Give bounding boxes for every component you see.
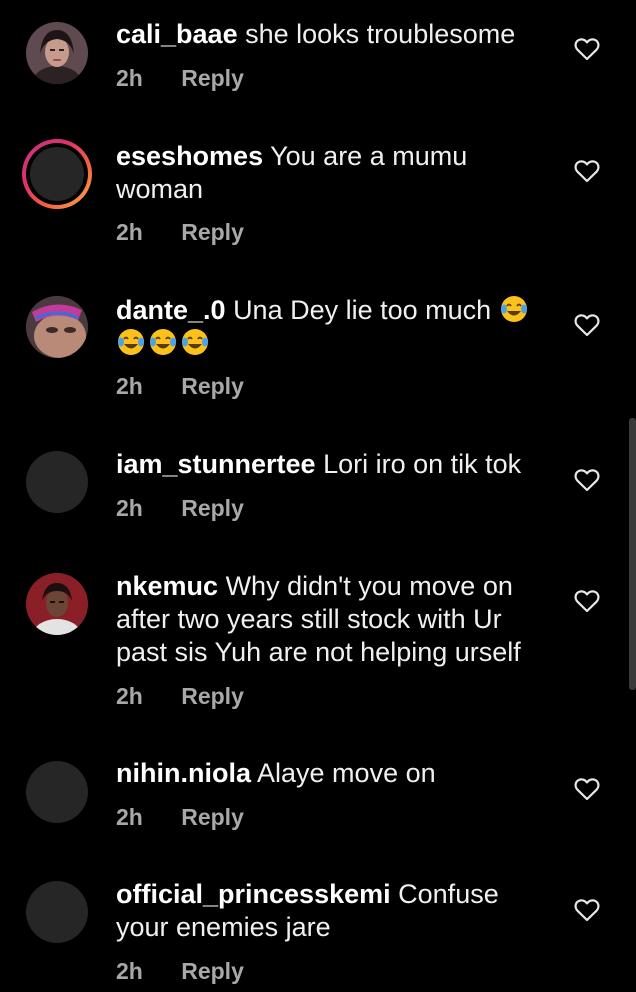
comment-meta: 2h Reply [116,65,244,92]
comment-meta: 2h Reply [116,683,244,710]
comment-time: 2h [116,219,143,245]
heart-outline-icon[interactable] [574,159,600,183]
heart-outline-icon[interactable] [574,777,600,801]
heart-outline-icon[interactable] [574,898,600,922]
comment-username[interactable]: nihin.niola [116,758,251,788]
comment-time: 2h [116,958,143,984]
heart-outline-icon[interactable] [574,589,600,613]
comment-time: 2h [116,804,143,830]
reply-button[interactable]: Reply [181,804,244,830]
reply-button[interactable]: Reply [181,65,244,91]
comment-username[interactable]: nkemuc [116,571,218,601]
heart-outline-icon[interactable] [574,37,600,61]
comment-meta: 2h Reply [116,373,244,400]
face-with-tears-of-joy-icon [182,329,208,355]
comment-text: cali_baae she looks troublesome [116,18,556,51]
reply-button[interactable]: Reply [181,373,244,399]
comment-meta: 2h Reply [116,219,244,246]
reply-button[interactable]: Reply [181,219,244,245]
scrollbar-thumb[interactable] [629,418,636,690]
comment-body: she looks troublesome [245,19,516,49]
avatar[interactable] [26,451,88,513]
comment-meta: 2h Reply [116,958,244,985]
avatar[interactable] [26,881,88,943]
comment-text: eseshomes You are a mumu woman [116,140,516,206]
comment-username[interactable]: cali_baae [116,19,238,49]
comment-text: dante_.0 Una Dey lie too much [116,294,546,360]
comment-time: 2h [116,683,143,709]
face-with-tears-of-joy-icon [118,329,144,355]
comment-time: 2h [116,373,143,399]
reply-button[interactable]: Reply [181,495,244,521]
heart-outline-icon[interactable] [574,468,600,492]
reply-button[interactable]: Reply [181,958,244,984]
face-with-tears-of-joy-icon [500,296,527,322]
comment-username[interactable]: dante_.0 [116,295,226,325]
avatar[interactable] [26,573,88,635]
comment-text: nkemuc Why didn't you move on after two … [116,570,556,669]
comment-text: official_princesskemi Confuse your enemi… [116,878,536,944]
comment-text: nihin.niola Alaye move on [116,757,556,790]
comment-username[interactable]: eseshomes [116,141,263,171]
face-with-tears-of-joy-icon [150,329,176,355]
comment-time: 2h [116,495,143,521]
avatar-story-ring[interactable] [22,139,92,209]
comment-username[interactable]: official_princesskemi [116,879,391,909]
comment-body: Una Dey lie too much [233,295,492,325]
avatar[interactable] [26,296,88,358]
comment-meta: 2h Reply [116,495,244,522]
comment-meta: 2h Reply [116,804,244,831]
comment-text: iam_stunnertee Lori iro on tik tok [116,448,556,481]
comment-username[interactable]: iam_stunnertee [116,449,316,479]
avatar[interactable] [26,22,88,84]
comment-time: 2h [116,65,143,91]
comment-body: Alaye move on [257,758,436,788]
comment-body: Lori iro on tik tok [323,449,522,479]
heart-outline-icon[interactable] [574,313,600,337]
avatar[interactable] [26,761,88,823]
reply-button[interactable]: Reply [181,683,244,709]
avatar [30,147,84,201]
